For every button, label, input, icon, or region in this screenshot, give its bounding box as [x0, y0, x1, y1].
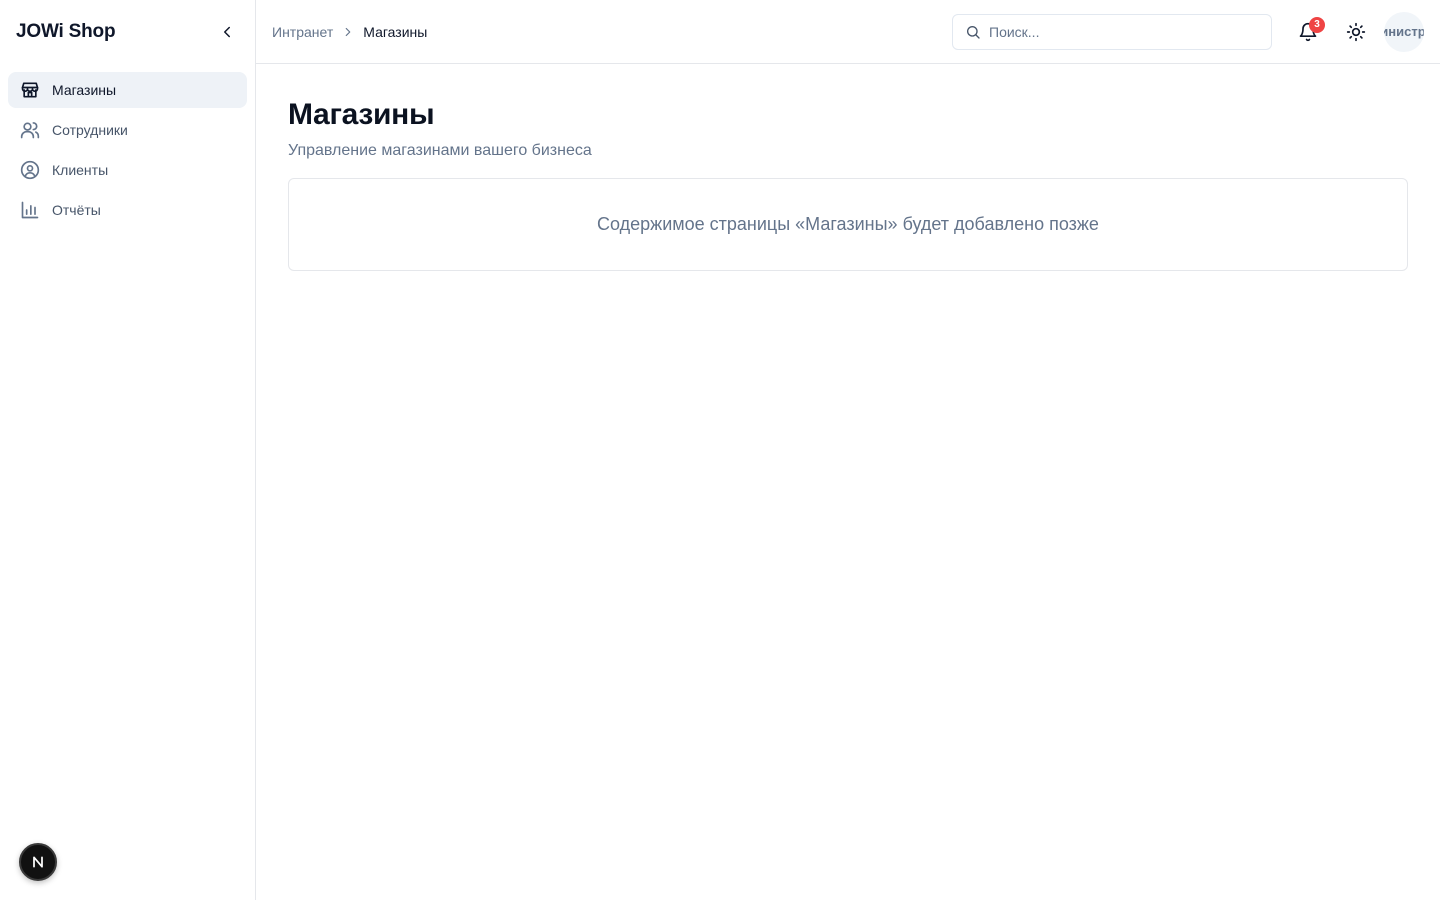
content-placeholder-card: Содержимое страницы «Магазины» будет доб… [288, 178, 1408, 271]
sidebar: JOWi Shop Магазины Сотрудники Клиенты От… [0, 0, 256, 900]
sidebar-nav: Магазины Сотрудники Клиенты Отчёты [0, 64, 255, 240]
bar-chart-icon [20, 200, 40, 220]
topbar: Интранет Магазины 3 Администратор [256, 0, 1440, 64]
sidebar-item-employees[interactable]: Сотрудники [8, 112, 247, 148]
breadcrumb-current: Магазины [363, 23, 428, 40]
breadcrumb: Интранет Магазины [272, 24, 427, 40]
sidebar-item-label: Сотрудники [52, 122, 128, 138]
breadcrumb-link-intranet[interactable]: Интранет [272, 24, 333, 40]
chevron-right-icon [345, 27, 351, 36]
search-icon [967, 25, 980, 39]
sidebar-item-clients[interactable]: Клиенты [8, 152, 247, 188]
main-content: Магазины Управление магазинами вашего би… [256, 64, 1440, 303]
store-icon [20, 80, 40, 100]
placeholder-text: Содержимое страницы «Магазины» будет доб… [597, 214, 1099, 234]
brand-logo: JOWi Shop [16, 21, 116, 42]
chevron-left-icon [224, 26, 230, 38]
page-subtitle: Управление магазинами вашего бизнеса [288, 142, 592, 159]
n-logo-icon [33, 856, 43, 868]
sidebar-item-stores[interactable]: Магазины [8, 72, 247, 108]
sidebar-header: JOWi Shop [0, 0, 255, 64]
sun-icon [1346, 22, 1366, 41]
notification-count-badge: 3 [1309, 16, 1325, 33]
collapse-sidebar-button[interactable] [211, 16, 243, 48]
user-circle-icon [20, 160, 40, 180]
sidebar-item-label: Отчёты [52, 202, 101, 218]
topbar-actions: 3 Администратор [952, 11, 1424, 52]
user-avatar[interactable]: Администратор [1384, 11, 1424, 52]
page-title: Магазины [288, 98, 435, 131]
users-icon [20, 120, 40, 140]
theme-toggle-button[interactable] [1336, 12, 1376, 52]
sidebar-item-label: Клиенты [52, 162, 109, 178]
notifications-button[interactable]: 3 [1288, 12, 1328, 52]
sidebar-item-reports[interactable]: Отчёты [8, 192, 247, 228]
nextjs-dev-indicator[interactable] [19, 843, 57, 881]
search-input[interactable] [989, 23, 1249, 40]
search-box [952, 13, 1272, 50]
sidebar-item-label: Магазины [52, 82, 117, 98]
